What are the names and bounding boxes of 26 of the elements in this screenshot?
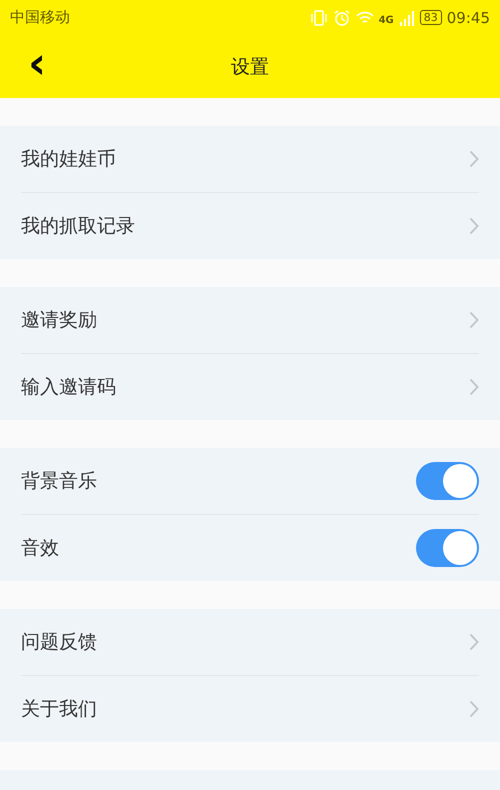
- back-button[interactable]: ‹: [22, 46, 52, 88]
- setting-label: 我的抓取记录: [21, 214, 136, 240]
- setting-label: 音效: [21, 536, 60, 562]
- signal-icon: [398, 10, 415, 26]
- chevron-right-icon: [469, 217, 479, 236]
- vibrate-icon: [310, 8, 328, 26]
- setting-label: 我的娃娃币: [21, 147, 117, 172]
- chevron-right-icon: [469, 378, 479, 396]
- setting-label: 关于我们: [21, 697, 98, 722]
- chevron-right-icon: [469, 700, 479, 718]
- setting-label: 问题反馈: [21, 630, 98, 656]
- page-title: 设置: [231, 54, 269, 80]
- setting-label: 邀请奖励: [21, 308, 98, 334]
- chevron-right-icon: [469, 311, 479, 330]
- chevron-right-icon: [469, 150, 479, 168]
- chevron-right-icon: [469, 633, 479, 652]
- toggle-switch[interactable]: [416, 462, 479, 500]
- network-type: 4G: [378, 14, 394, 26]
- alarm-icon: [332, 8, 351, 26]
- setting-label: 输入邀请码: [21, 375, 117, 400]
- setting-label: 背景音乐: [21, 469, 98, 494]
- toggle-switch[interactable]: [416, 529, 479, 568]
- clock-time: 09:45: [446, 8, 490, 26]
- carrier-name: 中国移动: [10, 8, 70, 27]
- battery-level: 83: [420, 10, 442, 25]
- wifi-icon: [356, 10, 374, 26]
